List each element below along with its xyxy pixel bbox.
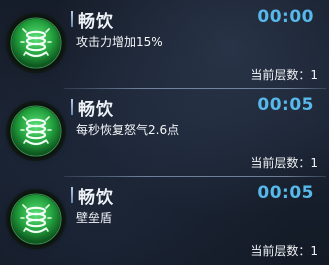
title-accent-bar [71,11,73,27]
stack-label: 当前层数： [250,156,311,170]
buff-timer: 00:00 [257,7,314,27]
title-accent-bar [71,187,73,203]
buff-list-panel: 畅饮 00:00 攻击力增加15% 当前层数：1 畅饮 00:05 每秒恢复怒气… [0,0,329,265]
buff-name: 畅饮 [78,100,114,120]
spring-coil-icon [10,105,62,157]
buff-timer: 00:05 [257,95,314,115]
buff-entry[interactable]: 畅饮 00:05 壁垒盾 当前层数：1 [0,176,329,264]
buff-name: 畅饮 [78,188,114,208]
buff-description: 攻击力增加15% [76,35,163,49]
buff-name: 畅饮 [78,12,114,32]
buff-stack-count: 当前层数：1 [250,242,318,259]
stack-value: 1 [310,244,318,258]
buff-description: 每秒恢复怒气2.6点 [76,123,180,137]
buff-icon-frame [8,103,64,159]
buff-stack-count: 当前层数：1 [250,66,318,83]
buff-icon-frame [8,191,64,247]
stack-value: 1 [310,68,318,82]
buff-stack-count: 当前层数：1 [250,154,318,171]
buff-description: 壁垒盾 [76,211,113,225]
buff-entry[interactable]: 畅饮 00:05 每秒恢复怒气2.6点 当前层数：1 [0,88,329,176]
buff-icon-frame [8,15,64,71]
title-accent-bar [71,99,73,115]
stack-label: 当前层数： [250,68,311,82]
spring-coil-icon [10,17,62,69]
buff-entry[interactable]: 畅饮 00:00 攻击力增加15% 当前层数：1 [0,0,329,88]
stack-value: 1 [310,156,318,170]
stack-label: 当前层数： [250,244,311,258]
buff-timer: 00:05 [257,183,314,203]
spring-coil-icon [10,193,62,245]
